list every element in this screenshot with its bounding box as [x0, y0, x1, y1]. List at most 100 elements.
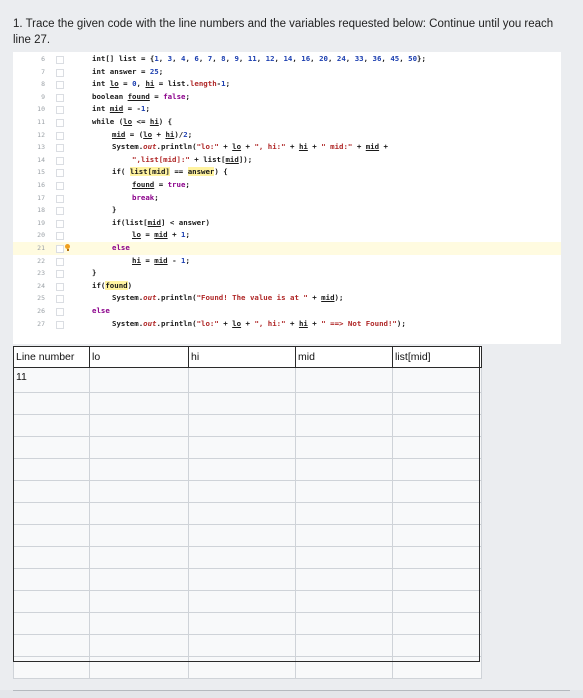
- table-cell[interactable]: [295, 414, 393, 437]
- table-cell[interactable]: [295, 480, 393, 503]
- code-token: boolean: [92, 91, 128, 101]
- table-cell[interactable]: [188, 590, 296, 613]
- table-cell[interactable]: [188, 524, 296, 547]
- code-text: found = true;: [132, 179, 190, 192]
- table-cell[interactable]: [89, 436, 189, 459]
- table-cell[interactable]: [188, 367, 296, 393]
- table-cell[interactable]: [188, 656, 296, 679]
- table-cell[interactable]: [188, 568, 296, 591]
- table-cell[interactable]: [89, 458, 189, 481]
- table-cell[interactable]: [13, 656, 90, 679]
- table-cell[interactable]: [188, 414, 296, 437]
- table-cell[interactable]: [295, 612, 393, 635]
- table-cell[interactable]: [188, 546, 296, 569]
- table-cell[interactable]: [13, 612, 90, 635]
- breakpoint-checkbox[interactable]: [56, 182, 64, 190]
- table-cell[interactable]: [13, 414, 90, 437]
- table-cell[interactable]: [13, 634, 90, 657]
- table-cell[interactable]: [392, 458, 482, 481]
- breakpoint-checkbox[interactable]: [56, 119, 64, 127]
- breakpoint-checkbox[interactable]: [56, 81, 64, 90]
- table-cell[interactable]: [188, 634, 296, 657]
- breakpoint-checkbox[interactable]: [56, 106, 64, 115]
- breakpoint-checkbox[interactable]: [56, 270, 64, 279]
- table-cell[interactable]: [13, 480, 90, 503]
- table-cell[interactable]: [392, 436, 482, 459]
- table-cell[interactable]: [392, 568, 482, 591]
- table-cell[interactable]: [89, 480, 189, 503]
- breakpoint-checkbox[interactable]: [56, 295, 64, 304]
- table-cell[interactable]: [392, 634, 482, 657]
- lightbulb-icon[interactable]: [65, 244, 70, 251]
- table-cell[interactable]: [89, 656, 189, 679]
- breakpoint-checkbox[interactable]: [56, 131, 64, 140]
- table-cell[interactable]: [392, 612, 482, 635]
- table-cell[interactable]: [392, 546, 482, 569]
- table-cell[interactable]: [188, 480, 296, 503]
- table-cell[interactable]: [89, 634, 189, 657]
- breakpoint-checkbox[interactable]: [56, 207, 64, 216]
- table-cell[interactable]: [13, 502, 90, 525]
- breakpoint-checkbox[interactable]: [56, 56, 64, 64]
- table-cell[interactable]: [89, 392, 189, 415]
- breakpoint-checkbox[interactable]: [56, 93, 64, 102]
- table-cell[interactable]: [295, 436, 393, 459]
- table-cell[interactable]: [13, 568, 90, 591]
- table-cell[interactable]: [295, 590, 393, 613]
- code-token: " mid:": [321, 142, 353, 152]
- table-cell[interactable]: [89, 612, 189, 635]
- table-cell[interactable]: [89, 568, 189, 591]
- table-cell[interactable]: [188, 458, 296, 481]
- breakpoint-checkbox[interactable]: [56, 194, 64, 203]
- code-text: lo = mid + 1;: [132, 229, 190, 242]
- table-cell[interactable]: [295, 546, 393, 569]
- table-cell[interactable]: 11: [13, 367, 90, 393]
- breakpoint-checkbox[interactable]: [56, 257, 64, 266]
- table-cell[interactable]: [89, 590, 189, 613]
- table-cell[interactable]: [392, 590, 482, 613]
- table-cell[interactable]: [392, 367, 482, 393]
- table-cell[interactable]: [295, 524, 393, 547]
- table-cell[interactable]: [392, 392, 482, 415]
- breakpoint-checkbox[interactable]: [56, 308, 64, 316]
- breakpoint-checkbox[interactable]: [56, 320, 64, 329]
- table-cell[interactable]: [89, 524, 189, 547]
- table-cell[interactable]: [295, 502, 393, 525]
- table-cell[interactable]: [392, 524, 482, 547]
- breakpoint-checkbox[interactable]: [56, 245, 64, 253]
- code-token: System.: [112, 318, 144, 328]
- table-cell[interactable]: [295, 458, 393, 481]
- table-cell[interactable]: [188, 612, 296, 635]
- table-cell[interactable]: [89, 367, 189, 393]
- table-cell[interactable]: [392, 480, 482, 503]
- breakpoint-checkbox[interactable]: [56, 144, 64, 153]
- breakpoint-checkbox[interactable]: [56, 219, 64, 228]
- table-cell[interactable]: [295, 392, 393, 415]
- breakpoint-checkbox[interactable]: [56, 156, 64, 165]
- table-cell[interactable]: [392, 414, 482, 437]
- code-token: <=: [132, 117, 150, 126]
- table-cell[interactable]: [295, 634, 393, 657]
- table-cell[interactable]: [295, 568, 393, 591]
- table-cell[interactable]: [13, 436, 90, 459]
- table-cell[interactable]: [188, 502, 296, 525]
- table-cell[interactable]: [392, 656, 482, 679]
- table-cell[interactable]: [188, 392, 296, 415]
- table-cell[interactable]: [89, 502, 189, 525]
- table-cell[interactable]: [13, 590, 90, 613]
- table-cell[interactable]: [295, 656, 393, 679]
- breakpoint-checkbox[interactable]: [56, 282, 64, 291]
- table-cell[interactable]: [188, 436, 296, 459]
- table-cell[interactable]: [89, 546, 189, 569]
- table-cell[interactable]: [13, 392, 90, 415]
- breakpoint-checkbox[interactable]: [56, 169, 64, 178]
- table-cell[interactable]: [13, 458, 90, 481]
- breakpoint-checkbox[interactable]: [56, 232, 64, 241]
- table-cell[interactable]: [392, 502, 482, 525]
- table-cell[interactable]: [89, 414, 189, 437]
- code-line: 7 int answer = 25;: [13, 66, 561, 79]
- table-cell[interactable]: [295, 367, 393, 393]
- table-cell[interactable]: [13, 546, 90, 569]
- breakpoint-checkbox[interactable]: [56, 68, 64, 77]
- table-cell[interactable]: [13, 524, 90, 547]
